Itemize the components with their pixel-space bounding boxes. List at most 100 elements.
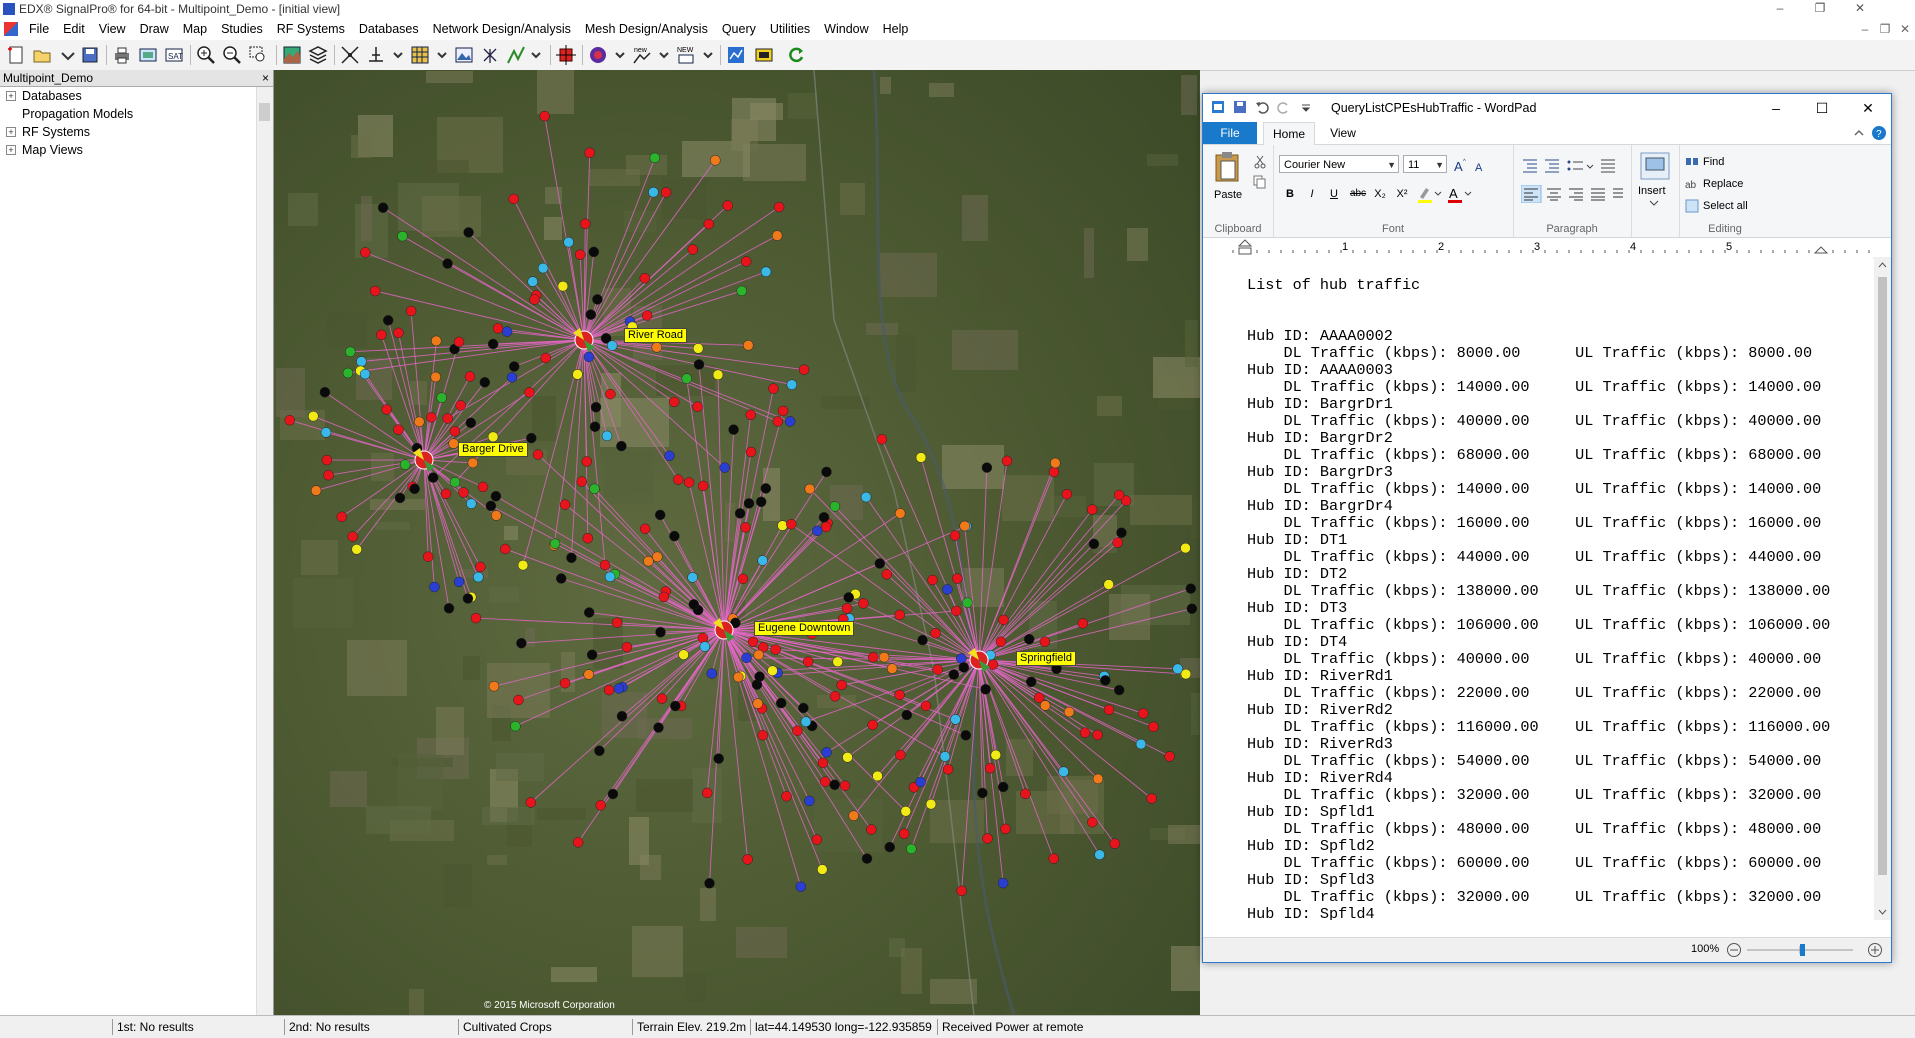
hub-label-springfield[interactable]: Springfield (1016, 651, 1076, 666)
font-color-icon[interactable]: A (1447, 185, 1473, 203)
menu-file[interactable]: File (22, 22, 56, 36)
copy-icon[interactable] (1253, 175, 1267, 189)
menu-databases[interactable]: Databases (352, 22, 426, 36)
menu-query[interactable]: Query (715, 22, 763, 36)
chevron-down-icon[interactable] (654, 45, 674, 65)
tree-item-databases[interactable]: + Databases (0, 87, 273, 105)
menu-edit[interactable]: Edit (56, 22, 92, 36)
document-icon[interactable] (4, 22, 18, 36)
list-indent-icons[interactable] (1521, 157, 1625, 175)
map-view[interactable]: © 2015 Microsoft Corporation River Road … (274, 70, 1200, 1015)
select-all-button[interactable]: Select all (1703, 200, 1748, 212)
grow-font-icon[interactable]: A^ (1453, 157, 1469, 173)
expand-icon[interactable]: + (6, 127, 16, 137)
menu-map[interactable]: Map (176, 22, 214, 36)
subscript-button[interactable]: X₂ (1371, 185, 1389, 203)
new-icon[interactable] (6, 45, 26, 65)
scroll-thumb[interactable] (259, 103, 270, 121)
expand-icon[interactable]: + (6, 91, 16, 101)
underline-button[interactable]: U (1325, 185, 1343, 203)
tab-view[interactable]: View (1321, 122, 1365, 144)
zoom-in-icon[interactable] (196, 45, 216, 65)
menu-utilities[interactable]: Utilities (763, 22, 817, 36)
close-button[interactable]: ✕ (1840, 0, 1880, 18)
mdi-minimize-button[interactable]: – (1855, 18, 1875, 40)
strikethrough-button[interactable]: abc (1347, 185, 1369, 203)
hub-label-river-road[interactable]: River Road (624, 328, 687, 343)
save-icon[interactable] (1233, 100, 1247, 114)
ruler[interactable]: 1 2 3 4 5 (1203, 238, 1891, 259)
layers-icon[interactable] (308, 45, 328, 65)
close-button[interactable]: ✕ (1845, 94, 1891, 122)
tree-item-rf-systems[interactable]: + RF Systems (0, 123, 273, 141)
chevron-down-icon[interactable] (698, 45, 718, 65)
tab-file[interactable]: File (1203, 122, 1257, 144)
tree-item-propagation-models[interactable]: Propagation Models (0, 105, 273, 123)
scroll-up-icon[interactable] (1878, 261, 1887, 269)
chevron-down-icon[interactable] (58, 45, 78, 65)
maximize-button[interactable]: ☐ (1799, 94, 1845, 122)
analysis-icon[interactable] (726, 45, 746, 65)
collapse-ribbon-icon[interactable] (1853, 127, 1865, 139)
menu-studies[interactable]: Studies (214, 22, 270, 36)
insert-icon[interactable] (1639, 151, 1671, 181)
profile-icon[interactable] (366, 45, 386, 65)
fit-icon[interactable]: SAT (164, 45, 184, 65)
open-icon[interactable] (32, 45, 52, 65)
minimize-button[interactable]: – (1760, 0, 1800, 18)
font-size-select[interactable]: 11▼ (1403, 155, 1447, 173)
new-link-icon[interactable]: new (632, 45, 652, 65)
tab-home[interactable]: Home (1263, 122, 1315, 145)
replace-button[interactable]: Replace (1703, 178, 1743, 190)
menu-window[interactable]: Window (817, 22, 875, 36)
document-area[interactable]: List of hub traffic Hub ID: AAAA0002 DL … (1203, 257, 1873, 920)
italic-button[interactable]: I (1303, 185, 1321, 203)
insert-button[interactable]: Insert (1638, 185, 1666, 197)
zoom-box-icon[interactable] (248, 45, 268, 65)
maximize-button[interactable]: ❐ (1800, 0, 1840, 18)
tree-scrollbar[interactable] (256, 87, 273, 1015)
menu-help[interactable]: Help (876, 22, 916, 36)
find-icon[interactable] (1685, 155, 1699, 169)
paste-icon[interactable] (1213, 151, 1243, 183)
bold-button[interactable]: B (1281, 185, 1299, 203)
antenna-icon[interactable] (480, 45, 500, 65)
map-canvas[interactable]: © 2015 Microsoft Corporation (274, 70, 1200, 1015)
print-icon[interactable] (112, 45, 132, 65)
map-view-icon[interactable] (138, 45, 158, 65)
superscript-button[interactable]: X² (1393, 185, 1411, 203)
chevron-down-icon[interactable] (388, 45, 408, 65)
image-icon[interactable] (454, 45, 474, 65)
chevron-down-icon[interactable] (526, 45, 546, 65)
save-icon[interactable] (80, 45, 100, 65)
customize-qat-icon[interactable] (1299, 100, 1313, 114)
shrink-font-icon[interactable]: A (1473, 157, 1489, 173)
find-button[interactable]: Find (1703, 156, 1724, 168)
replace-icon[interactable]: ab (1685, 177, 1699, 191)
hub-label-eugene-downtown[interactable]: Eugene Downtown (754, 621, 854, 636)
refresh-icon[interactable] (786, 45, 806, 65)
chevron-down-icon[interactable] (610, 45, 630, 65)
zoom-out-icon[interactable] (222, 45, 242, 65)
mdi-restore-button[interactable]: ❐ (1875, 18, 1895, 40)
redo-icon[interactable] (1277, 100, 1291, 114)
chevron-down-icon[interactable] (432, 45, 452, 65)
font-family-select[interactable]: Courier New▼ (1279, 155, 1399, 173)
menu-draw[interactable]: Draw (133, 22, 176, 36)
menu-network-design[interactable]: Network Design/Analysis (426, 22, 578, 36)
select-all-icon[interactable] (1685, 199, 1699, 213)
help-icon[interactable]: ? (1871, 125, 1887, 141)
cut-icon[interactable] (1253, 155, 1267, 169)
scroll-down-icon[interactable] (1878, 908, 1887, 916)
menu-mesh-design[interactable]: Mesh Design/Analysis (578, 22, 715, 36)
mdi-close-button[interactable]: ✕ (1895, 18, 1915, 40)
zoom-slider[interactable] (1725, 942, 1885, 958)
document-scrollbar[interactable] (1874, 257, 1891, 920)
chevron-down-icon[interactable] (1649, 199, 1659, 207)
menu-rf-systems[interactable]: RF Systems (270, 22, 352, 36)
signal-icon[interactable] (754, 45, 774, 65)
crosshair-icon[interactable] (556, 45, 576, 65)
path-icon[interactable] (506, 45, 526, 65)
globe-icon[interactable] (588, 45, 608, 65)
minimize-button[interactable]: – (1753, 94, 1799, 122)
